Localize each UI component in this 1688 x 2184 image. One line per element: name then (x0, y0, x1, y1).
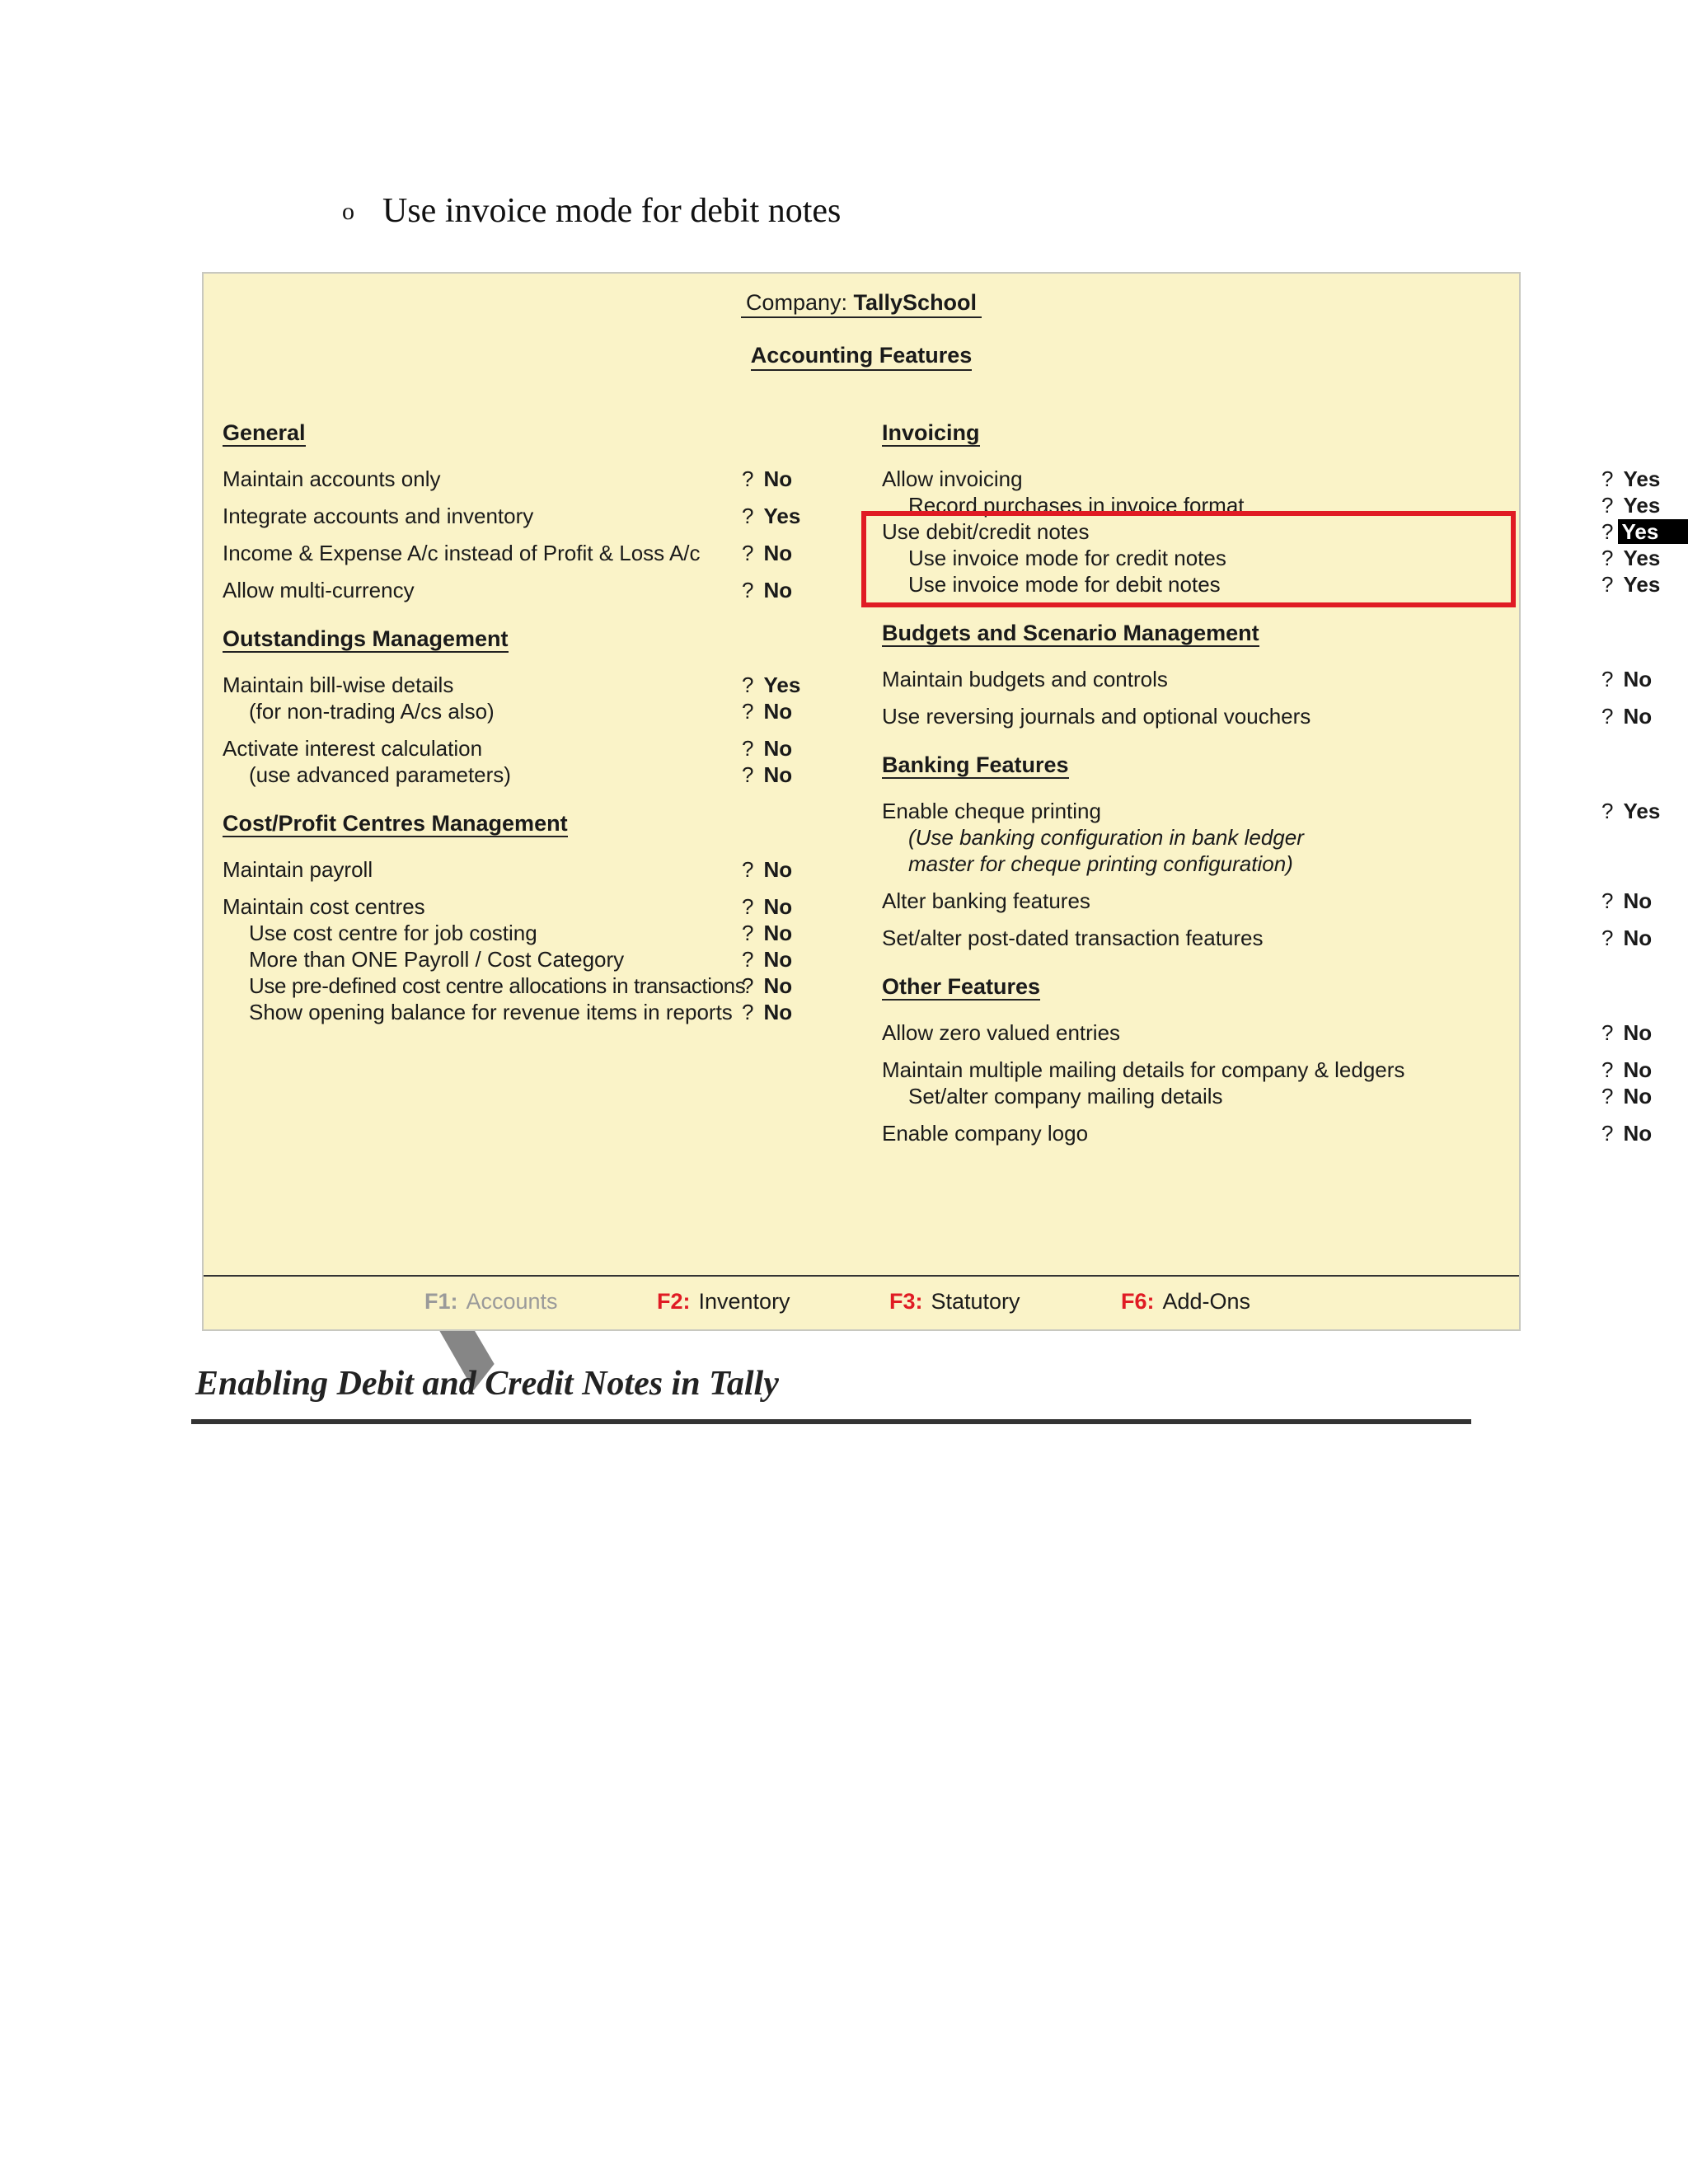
feature-value[interactable]: No (1623, 1057, 1652, 1082)
feature-row[interactable]: Allow zero valued entries? No (882, 1019, 1652, 1046)
feature-value[interactable]: Yes (1623, 546, 1660, 570)
feature-value[interactable]: Yes (1623, 493, 1660, 518)
feature-value[interactable]: Yes (1623, 466, 1660, 491)
feature-row[interactable]: Use pre-defined cost centre allocations … (223, 972, 799, 999)
bullet-text: Use invoice mode for debit notes (382, 192, 842, 230)
feature-value[interactable]: No (1623, 1084, 1652, 1108)
bullet-item: o Use invoice mode for debit notes (342, 191, 841, 231)
section-heading: Budgets and Scenario Management (882, 621, 1259, 647)
highlight-box (861, 511, 1516, 607)
feature-value[interactable]: Yes (1623, 572, 1660, 597)
f6-addons-button[interactable]: F6: Add-Ons (1121, 1289, 1250, 1315)
feature-note: master for cheque printing configuration… (908, 851, 1293, 876)
feature-value[interactable]: No (1623, 888, 1652, 913)
feature-row[interactable]: Enable cheque printing? Yes (882, 798, 1660, 824)
figure-caption: Enabling Debit and Credit Notes in Tally (195, 1365, 779, 1403)
section-heading: Outstandings Management (223, 626, 509, 653)
function-key-bar: F1: Accounts F2: Inventory F3: Statutory F6… (204, 1289, 1519, 1322)
feature-value[interactable]: No (1623, 1020, 1652, 1045)
feature-row[interactable]: Maintain cost centres? No (223, 893, 799, 920)
feature-row[interactable]: (for non-trading A/cs also)? No (223, 698, 799, 724)
section-banking: Banking Features Enable cheque printing?… (882, 752, 1660, 951)
bullet-marker: o (342, 198, 354, 226)
feature-row[interactable]: More than ONE Payroll / Cost Category? No (223, 946, 799, 972)
feature-row[interactable]: Allow multi-currency? No (223, 577, 799, 603)
selected-value-field[interactable]: Yes (1618, 519, 1688, 544)
section-budgets: Budgets and Scenario Management Maintain… (882, 621, 1652, 729)
feature-value[interactable]: No (763, 973, 792, 998)
section-heading: Invoicing (882, 420, 980, 447)
feature-row[interactable]: (use advanced parameters)? No (223, 762, 799, 788)
feature-row[interactable]: Set/alter company mailing details? No (882, 1083, 1652, 1109)
feature-value[interactable]: No (763, 736, 792, 761)
section-other: Other Features Allow zero valued entries… (882, 974, 1652, 1146)
feature-value[interactable]: No (763, 541, 792, 565)
section-heading: Cost/Profit Centres Management (223, 811, 568, 837)
feature-value[interactable]: No (1623, 926, 1652, 950)
company-header: Company: TallySchool (204, 290, 1519, 318)
section-outstandings: Outstandings Management Maintain bill-wi… (223, 626, 800, 788)
feature-row[interactable]: Maintain budgets and controls? No (882, 666, 1652, 692)
section-heading: General (223, 420, 306, 447)
feature-value[interactable]: No (763, 1000, 792, 1024)
feature-value[interactable]: No (763, 762, 792, 787)
f3-statutory-button[interactable]: F3: Statutory (889, 1289, 1020, 1315)
feature-row[interactable]: Maintain accounts only? No (223, 466, 799, 492)
feature-row[interactable]: Alter banking features? No (882, 888, 1652, 914)
feature-value[interactable]: No (763, 578, 792, 602)
feature-row[interactable]: Income & Expense A/c instead of Profit &… (223, 540, 799, 566)
section-cost-centres: Cost/Profit Centres Management Maintain … (223, 811, 799, 1025)
accounting-features-screen: Company: TallySchool Accounting Features… (202, 272, 1688, 1331)
left-column: General Maintain accounts only? No Integr… (223, 420, 800, 1048)
feature-value[interactable]: No (763, 699, 792, 724)
feature-value[interactable]: No (763, 466, 792, 491)
feature-row[interactable]: Maintain payroll? No (223, 856, 799, 883)
feature-value[interactable]: No (1623, 1121, 1652, 1146)
feature-row[interactable]: Activate interest calculation? No (223, 735, 799, 762)
section-heading: Banking Features (882, 752, 1069, 779)
feature-row[interactable]: Show opening balance for revenue items i… (223, 999, 799, 1025)
feature-value[interactable]: No (1623, 667, 1652, 691)
feature-row[interactable]: Allow invoicing? Yes (882, 466, 1660, 492)
feature-row[interactable]: Enable company logo? No (882, 1120, 1652, 1146)
feature-value[interactable]: No (763, 947, 792, 972)
feature-value[interactable]: Yes (763, 673, 800, 697)
feature-row[interactable]: Integrate accounts and inventory? Yes (223, 503, 800, 529)
feature-row[interactable]: Use cost centre for job costing? No (223, 920, 799, 946)
feature-row[interactable]: Maintain multiple mailing details for co… (882, 1057, 1652, 1083)
feature-value[interactable]: Yes (1623, 799, 1660, 823)
footer-divider (204, 1275, 1519, 1277)
feature-row[interactable]: Maintain bill-wise details? Yes (223, 672, 800, 698)
feature-value[interactable]: Yes (763, 504, 800, 528)
section-heading: Other Features (882, 974, 1041, 1001)
f2-inventory-button[interactable]: F2: Inventory (657, 1289, 790, 1315)
feature-value[interactable]: No (763, 857, 792, 882)
company-label: Company: (745, 290, 847, 315)
feature-value[interactable]: No (763, 921, 792, 945)
feature-note: (Use banking configuration in bank ledge… (908, 825, 1304, 850)
caption-rule (191, 1419, 1471, 1424)
feature-row[interactable]: Use reversing journals and optional vouc… (882, 703, 1652, 729)
f1-accounts-button[interactable]: F1: Accounts (424, 1289, 558, 1315)
feature-value[interactable]: No (1623, 704, 1652, 729)
section-general: General Maintain accounts only? No Integr… (223, 420, 800, 603)
feature-row[interactable]: Set/alter post-dated transaction feature… (882, 925, 1652, 951)
feature-value[interactable]: No (763, 894, 792, 919)
screen-title: Accounting Features (204, 343, 1519, 371)
company-name: TallySchool (853, 290, 978, 315)
